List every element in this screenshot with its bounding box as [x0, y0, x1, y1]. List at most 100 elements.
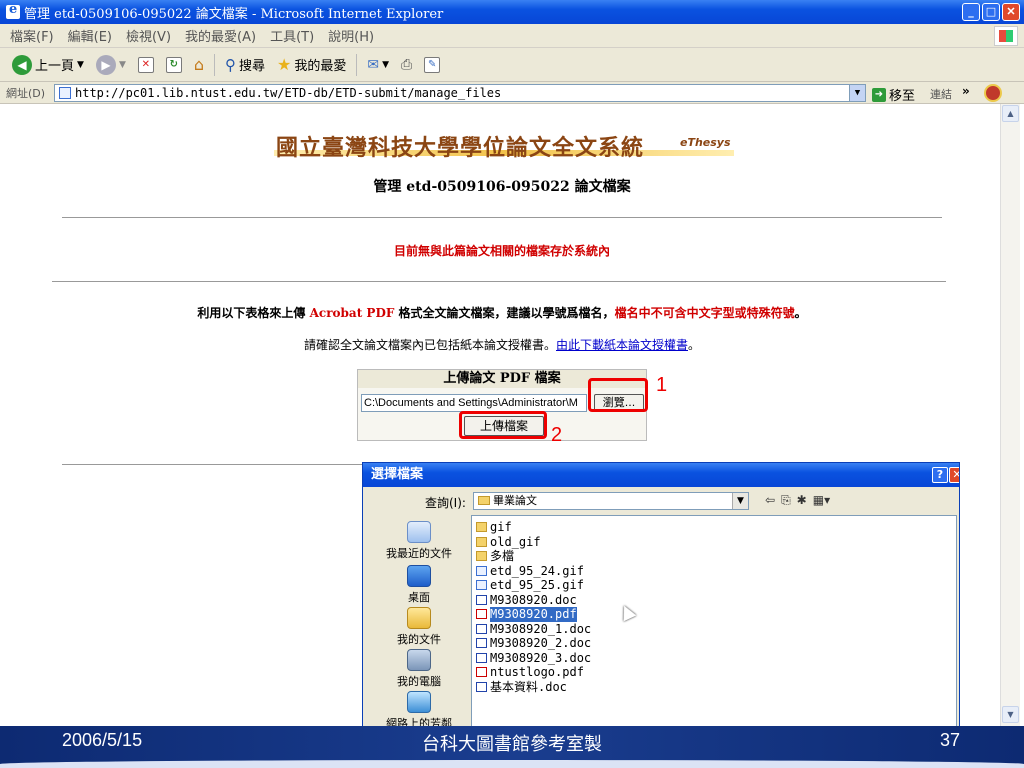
list-item[interactable]: M9308920.doc — [476, 593, 952, 608]
place-label: 我的電腦 — [397, 675, 441, 688]
favorites-button[interactable]: ★ 我的最愛 — [275, 52, 348, 78]
dialog-close-button[interactable]: ✕ — [949, 467, 959, 483]
no-files-notice: 目前無與此篇論文相關的檔案存於系統內 — [393, 244, 610, 258]
dialog-toolbar: ⇦ ⎘ ✱ ▦▾ — [765, 493, 830, 508]
list-item-selected[interactable]: M9308920.pdf — [476, 607, 952, 622]
stop-button[interactable]: ✕ — [136, 52, 156, 78]
place-desktop[interactable]: 桌面 — [367, 565, 471, 605]
new-folder-icon[interactable]: ✱ — [797, 493, 807, 508]
menu-file[interactable]: 檔案(F) — [10, 26, 54, 45]
page-title: 管理 etd-0509106-095022 論文檔案 — [373, 179, 631, 195]
file-list: gif old_gif 多檔 etd_95_24.gif etd_95_25.g… — [471, 515, 957, 727]
edit-button[interactable]: ✎ — [422, 52, 442, 78]
download-license-link[interactable]: 由此下載紙本論文授權書 — [556, 338, 688, 352]
refresh-button[interactable]: ↻ — [164, 52, 184, 78]
forward-arrow-icon: ▶ — [95, 54, 116, 75]
dialog-title: 選擇檔案 — [363, 463, 959, 487]
menu-tools[interactable]: 工具(T) — [270, 26, 314, 45]
back-arrow-icon: ◀ — [12, 54, 32, 75]
step-marker-1: 1 — [656, 374, 668, 396]
place-mydocs[interactable]: 我的文件 — [367, 607, 471, 647]
vertical-scrollbar[interactable]: ▲ ▼ — [1000, 104, 1020, 726]
list-item[interactable]: old_gif — [476, 535, 952, 550]
place-network[interactable]: 網路上的芳鄰 — [367, 691, 471, 727]
print-button[interactable]: ⎙ — [399, 52, 414, 78]
menu-bar: 檔案(F) 編輯(E) 檢視(V) 我的最愛(A) 工具(T) 說明(H) — [0, 24, 1024, 48]
mail-button[interactable]: ✉ ▼ — [365, 52, 391, 78]
place-recent[interactable]: 我最近的文件 — [367, 521, 471, 561]
list-item[interactable]: gif — [476, 520, 952, 535]
file-name: 多檔 — [490, 549, 515, 563]
address-input[interactable]: http://pc01.lib.ntust.edu.tw/ETD-db/ETD-… — [54, 84, 866, 102]
forward-button[interactable]: ▶ ▼ — [94, 52, 128, 78]
footer-decoration — [0, 760, 1024, 768]
back-icon[interactable]: ⇦ — [765, 493, 775, 508]
my-documents-icon — [407, 607, 431, 629]
printer-icon: ⎙ — [401, 56, 413, 73]
address-url: http://pc01.lib.ntust.edu.tw/ETD-db/ETD-… — [75, 86, 502, 100]
list-item[interactable]: 多檔 — [476, 549, 952, 564]
search-label: 搜尋 — [239, 59, 266, 74]
toolbar-separator — [356, 53, 358, 76]
instr-warning: 檔名中不可含中文字型或特殊符號 — [614, 306, 795, 320]
pdf-file-icon — [476, 609, 487, 620]
go-arrow-icon: ➜ — [872, 87, 886, 102]
ie-icon — [6, 2, 20, 19]
menu-help[interactable]: 說明(H) — [328, 26, 374, 45]
place-mycomputer[interactable]: 我的電腦 — [367, 649, 471, 689]
window-titlebar: 管理 etd-0509106-095022 論文檔案 - Microsoft I… — [0, 0, 1024, 24]
file-name: M9308920_3.doc — [490, 650, 592, 665]
minimize-button[interactable]: _ — [962, 3, 980, 21]
star-icon: ★ — [277, 55, 292, 74]
scroll-up-icon[interactable]: ▲ — [1002, 105, 1019, 122]
dialog-help-button[interactable]: ? — [932, 467, 948, 483]
list-item[interactable]: etd_95_25.gif — [476, 578, 952, 593]
links-label[interactable]: 連結 — [930, 86, 952, 102]
address-label: 網址(D) — [6, 86, 46, 100]
list-item[interactable]: ntustlogo.pdf — [476, 665, 952, 680]
chevron-down-icon[interactable]: ▼ — [849, 85, 865, 101]
up-folder-icon[interactable]: ⎘ — [781, 493, 791, 508]
place-label: 桌面 — [408, 591, 430, 604]
place-label: 我最近的文件 — [386, 547, 452, 560]
file-path-input[interactable]: C:\Documents and Settings\Administrator\… — [361, 394, 587, 412]
chevron-down-icon: ▼ — [382, 59, 390, 70]
close-button[interactable]: ✕ — [1002, 3, 1020, 21]
site-title: 國立臺灣科技大學學位論文全文系統 — [276, 135, 645, 161]
file-name: ntustlogo.pdf — [490, 665, 584, 679]
place-label: 我的文件 — [397, 633, 441, 646]
menu-favorites[interactable]: 我的最愛(A) — [185, 26, 256, 45]
back-button[interactable]: ◀ 上一頁 ▼ — [10, 52, 86, 78]
file-name: gif — [490, 520, 512, 534]
lookin-select[interactable]: 畢業論文 ▼ — [473, 492, 749, 510]
list-item[interactable]: etd_95_24.gif — [476, 564, 952, 579]
home-button[interactable]: ⌂ — [192, 52, 206, 78]
folder-icon — [476, 551, 487, 562]
chevron-down-icon: ▼ — [118, 59, 126, 70]
links-more-button[interactable]: » — [962, 84, 970, 98]
my-computer-icon — [407, 649, 431, 671]
maximize-button[interactable]: □ — [982, 3, 1000, 21]
scroll-down-icon[interactable]: ▼ — [1002, 706, 1019, 723]
home-icon: ⌂ — [193, 55, 205, 74]
view-menu-icon[interactable]: ▦▾ — [813, 493, 830, 508]
site-brand: eThesys — [680, 136, 731, 149]
windows-logo-icon — [994, 26, 1018, 46]
chevron-down-icon[interactable]: ▼ — [732, 493, 748, 509]
go-button[interactable]: ➜ 移至 — [872, 85, 915, 104]
menu-view[interactable]: 檢視(V) — [126, 26, 171, 45]
list-item[interactable]: M9308920_2.doc — [476, 636, 952, 651]
word-doc-icon — [476, 681, 487, 692]
search-button[interactable]: ⚲ 搜尋 — [223, 52, 267, 78]
search-icon: ⚲ — [225, 55, 237, 74]
list-item[interactable]: 基本資料.doc — [476, 680, 952, 695]
menu-edit[interactable]: 編輯(E) — [68, 26, 112, 45]
recent-docs-icon — [407, 521, 431, 543]
norton-icon[interactable] — [984, 84, 1002, 102]
word-doc-icon — [476, 623, 487, 634]
folder-icon — [476, 536, 487, 547]
list-item[interactable]: M9308920_1.doc — [476, 622, 952, 637]
instr-format: Acrobat PDF — [309, 306, 395, 320]
list-item[interactable]: M9308920_3.doc — [476, 651, 952, 666]
mail-icon: ✉ — [367, 56, 380, 73]
